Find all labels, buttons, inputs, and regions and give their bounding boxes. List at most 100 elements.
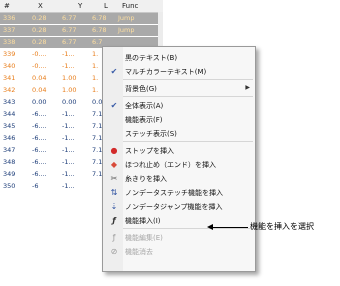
column-header-number[interactable]: #	[4, 2, 10, 10]
fx-edit-icon: ƒ	[112, 233, 116, 242]
column-header-x[interactable]: X	[38, 2, 43, 10]
table-cell-n: 336	[3, 14, 16, 22]
table-cell-l: 1.	[92, 74, 99, 82]
table-cell-x: -6....	[32, 134, 47, 142]
table-cell-n: 338	[3, 38, 16, 46]
table-cell-f: Jump	[118, 26, 135, 34]
menu-separator	[123, 79, 253, 80]
menu-item-label: 機能表示(F)	[125, 116, 163, 124]
table-cell-x: -0....	[32, 62, 47, 70]
menu-item[interactable]: ● ストップを挿入	[103, 143, 255, 157]
table-cell-x: 0.04	[32, 86, 47, 94]
menu-item-label: 糸きりを挿入	[125, 175, 167, 183]
table-cell-y: -1...	[62, 170, 75, 178]
table-cell-n: 343	[3, 98, 16, 106]
column-header-func[interactable]: Func	[122, 2, 138, 10]
table-cell-l: 1.	[92, 86, 99, 94]
table-cell-y: -1...	[62, 122, 75, 130]
table-cell-n: 341	[3, 74, 16, 82]
menu-item-label: 機能消去	[125, 248, 153, 256]
table-cell-l: 7.1	[92, 110, 103, 118]
menu-item[interactable]: ◆ ほつれ止め（エンド）を挿入	[103, 157, 255, 171]
callout-label: 機能を挿入を選択	[250, 222, 314, 231]
table-cell-y: 6.77	[62, 14, 77, 22]
table-cell-l: 1.	[92, 50, 99, 58]
menu-separator	[123, 141, 253, 142]
stitch-function-icon: ⇅	[110, 188, 118, 197]
menu-item-label: ストップを挿入	[125, 147, 174, 155]
table-cell-x: 0.00	[32, 98, 47, 106]
menu-item-label: 機能編集(E)	[125, 234, 163, 242]
menu-item[interactable]: ƒ 機能挿入(I)	[103, 213, 255, 227]
table-cell-y: -1...	[62, 158, 75, 166]
menu-item-label: ノンデータステッチ機能を挿入	[125, 189, 223, 197]
menu-item-label: マルチカラーテキスト(M)	[125, 68, 207, 76]
menu-item[interactable]: ステッチ表示(S)	[103, 126, 255, 140]
table-cell-x: -6....	[32, 170, 47, 178]
jump-function-icon: ⇣	[110, 202, 118, 211]
menu-item[interactable]: ✂ 糸きりを挿入	[103, 171, 255, 185]
table-cell-n: 340	[3, 62, 16, 70]
table-cell-l: 7.1	[92, 122, 103, 130]
table-cell-n: 346	[3, 134, 16, 142]
table-cell-x: -0....	[32, 50, 47, 58]
table-cell-x: -6	[32, 182, 39, 190]
callout-arrow-icon	[207, 224, 213, 230]
menu-item-label: 黒のテキスト(B)	[125, 54, 178, 62]
table-cell-l: 6.78	[92, 14, 107, 22]
fx-delete-icon: ⊘	[110, 247, 118, 256]
table-row[interactable]: 336 0.28 6.77 6.78 Jump	[0, 13, 163, 24]
menu-item[interactable]: ⇅ ノンデータステッチ機能を挿入	[103, 185, 255, 199]
menu-item-label: 背景色(G)	[125, 85, 157, 93]
check-icon: ✔	[110, 67, 118, 76]
menu-item[interactable]: 背景色(G) ▶	[103, 81, 255, 95]
table-cell-n: 344	[3, 110, 16, 118]
table-cell-x: 0.28	[32, 38, 47, 46]
submenu-arrow-icon: ▶	[245, 84, 250, 91]
table-cell-y: -1...	[62, 110, 75, 118]
column-header-l[interactable]: L	[104, 2, 108, 10]
table-cell-n: 345	[3, 122, 16, 130]
table-cell-x: -6....	[32, 110, 47, 118]
menu-separator	[123, 96, 253, 97]
table-cell-y: 6.77	[62, 38, 77, 46]
menu-item[interactable]: ⇣ ノンデータジャンプ機能を挿入	[103, 199, 255, 213]
menu-item-label: 全体表示(A)	[125, 102, 164, 110]
check-icon: ✔	[110, 101, 118, 110]
table-cell-n: 350	[3, 182, 16, 190]
table-cell-y: -1...	[62, 50, 75, 58]
table-cell-n: 342	[3, 86, 16, 94]
menu-item[interactable]: ✔ 全体表示(A)	[103, 98, 255, 112]
menu-item[interactable]: 黒のテキスト(B)	[103, 50, 255, 64]
column-header-y[interactable]: Y	[78, 2, 82, 10]
table-cell-l: 7.1	[92, 134, 103, 142]
table-cell-x: -6....	[32, 146, 47, 154]
table-cell-n: 339	[3, 50, 16, 58]
table-cell-l: 0.0	[92, 98, 103, 106]
menu-item-label: ノンデータジャンプ機能を挿入	[125, 203, 223, 211]
menu-item: ƒ 機能編集(E)	[103, 230, 255, 244]
menu-item-label: 機能挿入(I)	[125, 217, 161, 225]
table-cell-n: 348	[3, 158, 16, 166]
table-cell-x: -6....	[32, 158, 47, 166]
table-cell-l: 6.78	[92, 26, 107, 34]
menu-separator	[123, 228, 253, 229]
menu-item[interactable]: 機能表示(F)	[103, 112, 255, 126]
table-cell-y: 6.77	[62, 26, 77, 34]
menu-item[interactable]: ✔ マルチカラーテキスト(M)	[103, 64, 255, 78]
table-cell-y: 0.00	[62, 98, 77, 106]
trim-icon: ✂	[110, 174, 118, 183]
menu-item: ⊘ 機能消去	[103, 244, 255, 258]
table-cell-l: 7.1	[92, 158, 103, 166]
table-cell-x: -6....	[32, 122, 47, 130]
table-cell-x: 0.28	[32, 14, 47, 22]
callout-line	[211, 227, 248, 228]
table-row[interactable]: 337 0.28 6.77 6.78 Jump	[0, 25, 163, 36]
fx-icon: ƒ	[112, 216, 116, 225]
table-cell-y: 1.00	[62, 86, 77, 94]
table-cell-n: 337	[3, 26, 16, 34]
table-cell-l: 7.1	[92, 146, 103, 154]
table-cell-x: 0.28	[32, 26, 47, 34]
menu-item-label: ステッチ表示(S)	[125, 130, 177, 138]
table-cell-l: 6.7	[92, 38, 103, 46]
